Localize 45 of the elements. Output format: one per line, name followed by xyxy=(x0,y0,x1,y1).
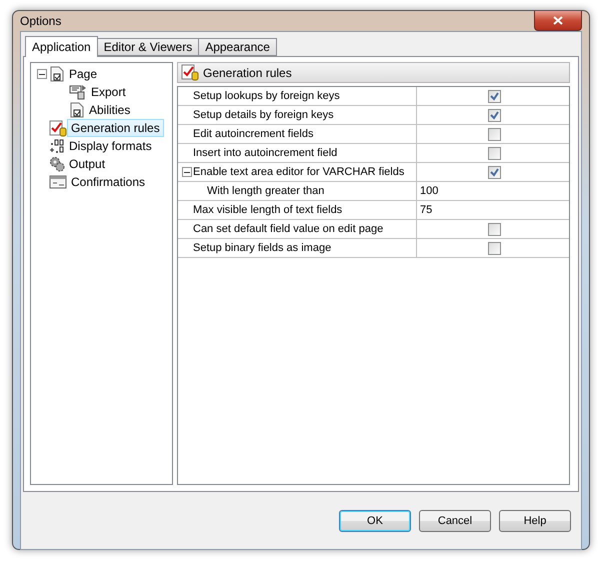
property-label: Can set default field value on edit page xyxy=(193,223,384,235)
checkbox[interactable] xyxy=(488,128,501,140)
document-icon xyxy=(49,66,65,82)
checklist-icon xyxy=(181,64,199,81)
export-icon xyxy=(69,84,87,100)
checkbox[interactable] xyxy=(488,90,501,102)
dialog-button[interactable]: Help xyxy=(499,510,571,532)
panel-title: Generation rules xyxy=(203,66,292,80)
tree-item[interactable]: Page xyxy=(65,65,102,83)
document-icon xyxy=(69,102,85,118)
property-value[interactable]: 75 xyxy=(420,204,432,216)
tree-item[interactable]: Abilities xyxy=(85,101,134,119)
dialog-icon xyxy=(49,175,67,189)
tab[interactable]: Appearance xyxy=(198,38,277,56)
checkbox[interactable] xyxy=(488,166,501,178)
checkbox[interactable] xyxy=(488,222,501,236)
checkbox[interactable] xyxy=(488,242,501,254)
gears-icon xyxy=(49,156,65,172)
checkbox[interactable] xyxy=(488,108,501,122)
property-label: Setup lookups by foreign keys xyxy=(193,90,340,102)
tree-item[interactable]: Display formats xyxy=(65,137,156,155)
property-label: Edit autoincrement fields xyxy=(193,128,314,140)
property-value[interactable]: 100 xyxy=(420,185,438,197)
close-icon xyxy=(553,16,563,25)
property-label: With length greater than xyxy=(207,185,324,197)
number-format-icon xyxy=(49,138,65,154)
property-label: Enable text area editor for VARCHAR fields xyxy=(193,166,404,178)
property-label: Max visible length of text fields xyxy=(193,204,342,216)
checkbox[interactable] xyxy=(488,146,501,160)
dialog-button[interactable]: Cancel xyxy=(419,510,491,532)
tree-item[interactable]: Confirmations xyxy=(67,173,150,191)
tree-item[interactable]: Generation rules xyxy=(67,119,164,137)
checklist-icon xyxy=(49,120,67,136)
close-button[interactable] xyxy=(534,11,582,31)
tab[interactable]: Application xyxy=(25,36,98,57)
property-label: Setup binary fields as image xyxy=(193,242,332,254)
dialog-button[interactable]: OK xyxy=(339,510,411,532)
collapse-toggle[interactable] xyxy=(182,167,192,177)
property-label: Insert into autoincrement field xyxy=(193,147,338,159)
window-title: Options xyxy=(20,14,62,28)
tab[interactable]: Editor & Viewers xyxy=(96,38,200,56)
tree-item[interactable]: Output xyxy=(65,155,110,173)
property-label: Setup details by foreign keys xyxy=(193,109,334,121)
collapse-toggle[interactable] xyxy=(37,69,47,79)
tree-item[interactable]: Export xyxy=(87,83,130,101)
